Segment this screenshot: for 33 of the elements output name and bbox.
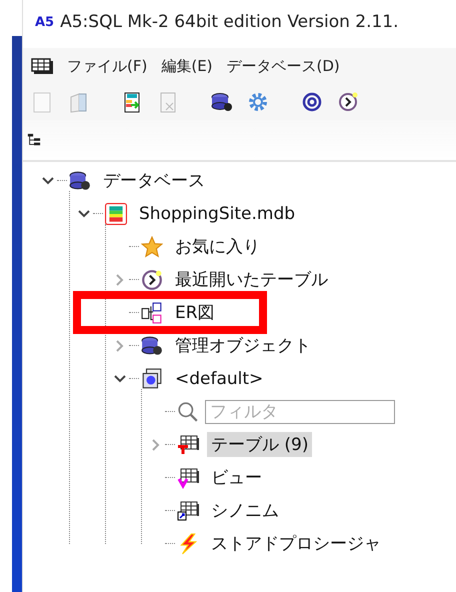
grid-icon[interactable]: [31, 58, 53, 74]
tree-item[interactable]: シノニム: [207, 498, 283, 523]
tree-item[interactable]: 最近開いたテーブル: [171, 267, 332, 292]
tree-item[interactable]: <default>: [171, 368, 268, 390]
table-icon: [177, 434, 199, 456]
database-icon: [69, 170, 91, 192]
tree-item[interactable]: テーブル (9): [207, 432, 312, 457]
clock-icon: [141, 268, 163, 290]
menu-item[interactable]: 編集(E): [161, 56, 213, 76]
app-logo: A5: [35, 14, 54, 30]
database-icon[interactable]: [211, 91, 233, 113]
database-icon: [141, 334, 163, 356]
clock-icon[interactable]: [337, 91, 359, 113]
star-icon: [141, 236, 163, 258]
search-icon: [177, 400, 199, 422]
schema-icon: [141, 368, 163, 390]
menu-item[interactable]: ファイル(F): [67, 56, 148, 76]
tree-item[interactable]: ストアドプロシージャ: [207, 531, 385, 556]
table-icon: [177, 466, 199, 488]
tree-item[interactable]: 管理オブジェクト: [171, 333, 315, 358]
database-file-icon: [105, 202, 127, 224]
menu-item[interactable]: データベース(D): [226, 56, 340, 76]
window-title: A5:SQL Mk-2 64bit edition Version 2.11.: [60, 12, 399, 32]
tree-item[interactable]: ビュー: [207, 465, 266, 490]
tree-item[interactable]: データベース: [99, 168, 209, 193]
filter-field[interactable]: フィルタ: [205, 400, 395, 424]
settings-icon[interactable]: [247, 91, 269, 113]
tree-item[interactable]: ShoppingSite.mdb: [135, 202, 300, 224]
diagram-icon: [141, 302, 163, 324]
tree-item[interactable]: お気に入り: [171, 234, 264, 259]
table-icon: [177, 500, 199, 522]
tree-item[interactable]: ER図: [171, 300, 219, 325]
tree-view-icon[interactable]: [27, 133, 41, 147]
